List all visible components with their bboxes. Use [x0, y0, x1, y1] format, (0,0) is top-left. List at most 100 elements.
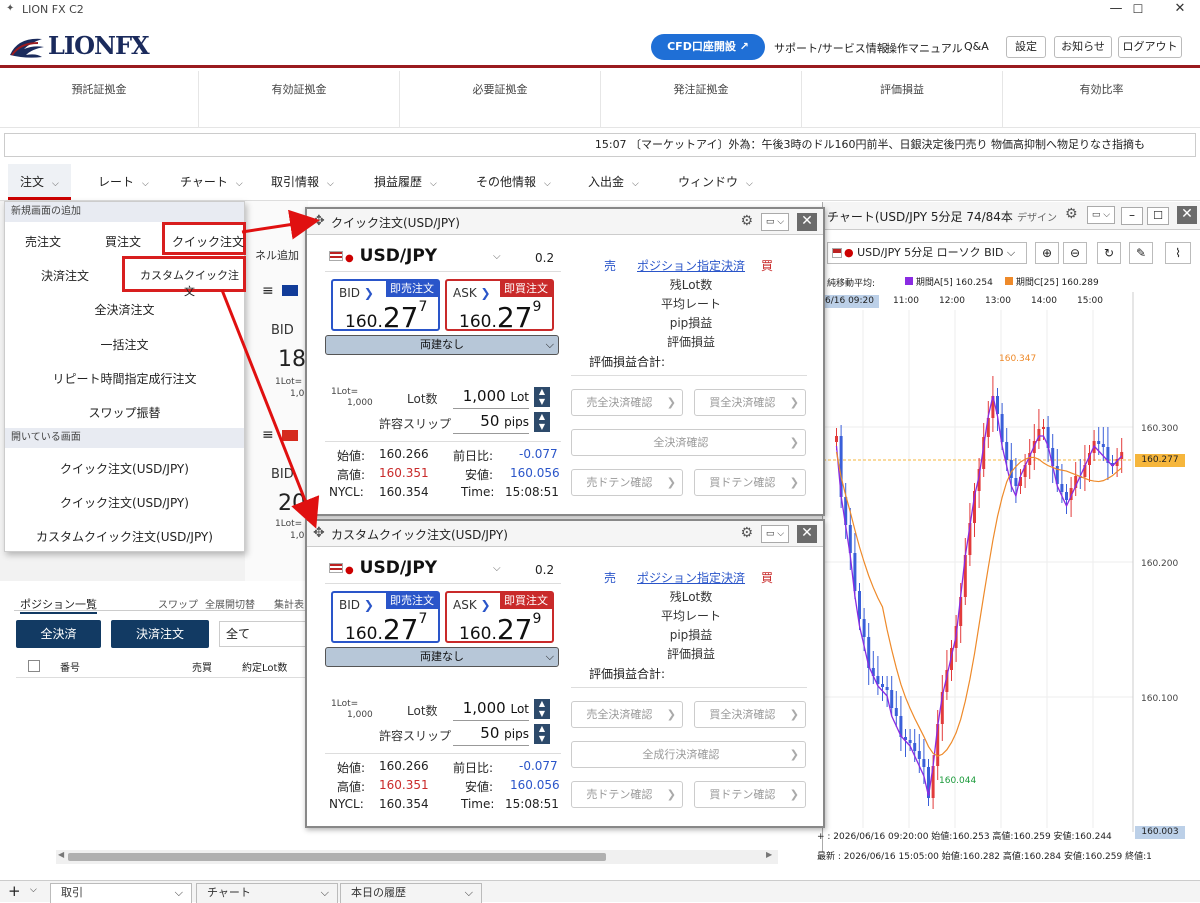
- position-settle-link[interactable]: ポジション指定決済: [637, 569, 745, 586]
- settings-button[interactable]: 設定: [1006, 36, 1046, 58]
- menu-order[interactable]: 注文 ⌵: [8, 164, 71, 200]
- ask-buy-button[interactable]: ASK ❯ 即買注文 160.279: [445, 279, 554, 334]
- lot-stepper[interactable]: ▲ ▼: [534, 699, 550, 719]
- minimize-icon[interactable]: –: [1121, 207, 1143, 225]
- chevron-down-icon[interactable]: ⌵: [493, 563, 501, 574]
- menu-chart[interactable]: チャート ⌵: [180, 164, 243, 200]
- menu-trade-info[interactable]: 取引情報 ⌵: [271, 164, 334, 200]
- menu-item-repeat-order[interactable]: リピート時間指定成行注文: [5, 370, 244, 387]
- tab-trade[interactable]: 取引 ⌵: [50, 883, 192, 903]
- slip-input[interactable]: 50 pips: [453, 412, 529, 434]
- menu-window[interactable]: ウィンドウ ⌵: [678, 164, 753, 200]
- close-icon[interactable]: ✕: [797, 525, 817, 543]
- support-link[interactable]: サポート/サービス情報: [774, 40, 888, 56]
- ask-buy-button[interactable]: ASK ❯ 即買注文 160.279: [445, 591, 554, 646]
- slip-input[interactable]: 50 pips: [453, 724, 529, 746]
- zoom-out-icon[interactable]: ⊖: [1063, 242, 1087, 264]
- panel-add-link[interactable]: ネル追加: [255, 247, 299, 263]
- window-mode-icon[interactable]: ▭ ⌵: [761, 213, 789, 231]
- scroll-left-icon[interactable]: ◀: [58, 850, 64, 859]
- maximize-icon[interactable]: ☐: [1147, 207, 1169, 225]
- menu-item-open-quick-2[interactable]: クイック注文(USD/JPY): [5, 494, 244, 511]
- settle-order-button[interactable]: 決済注文: [111, 620, 209, 648]
- buy-doten-button[interactable]: 買ドテン確認 ❯: [694, 469, 806, 496]
- close-icon[interactable]: ✕: [1160, 0, 1200, 20]
- maximize-icon[interactable]: ☐: [1118, 0, 1158, 20]
- chevron-down-icon[interactable]: ⌵: [30, 885, 37, 895]
- slip-stepper[interactable]: ▲ ▼: [534, 412, 550, 432]
- menu-pl-history[interactable]: 損益履歴 ⌵: [374, 164, 437, 200]
- news-ticker[interactable]: 15:07 〔マーケットアイ〕外為：午後3時のドル160円前半、日銀決定後円売り…: [4, 133, 1196, 157]
- menu-rate[interactable]: レート ⌵: [98, 164, 149, 200]
- gear-icon[interactable]: ⚙: [740, 213, 753, 229]
- chevron-down-icon[interactable]: ⌵: [493, 251, 501, 262]
- menu-item-bulk-order[interactable]: 一括注文: [5, 336, 244, 353]
- currency-pair-select[interactable]: ● USD/JPY: [329, 558, 437, 578]
- hamburger-icon[interactable]: ≡: [262, 283, 274, 299]
- hedge-select[interactable]: 両建なし ⌵: [325, 647, 559, 667]
- close-icon[interactable]: ✕: [797, 213, 817, 231]
- order-window-header[interactable]: ✥ カスタムクイック注文(USD/JPY) ⚙ ▭ ⌵ ✕: [307, 521, 823, 547]
- tab-today-history[interactable]: 本日の履歴 ⌵: [340, 883, 482, 903]
- menu-item-settle-order[interactable]: 決済注文: [41, 267, 89, 284]
- menu-item-sell-order[interactable]: 売注文: [25, 233, 61, 250]
- refresh-icon[interactable]: ↻: [1097, 242, 1121, 264]
- gear-icon[interactable]: ⚙: [1065, 206, 1078, 222]
- order-window-header[interactable]: ✥ クイック注文(USD/JPY) ⚙ ▭ ⌵ ✕: [307, 209, 823, 235]
- settle-all-confirm-button[interactable]: 全成行決済確認 ❯: [571, 741, 806, 768]
- notice-button[interactable]: お知らせ: [1054, 36, 1112, 58]
- pencil-icon[interactable]: ✎: [1129, 242, 1153, 264]
- menu-item-open-custom-quick[interactable]: カスタムクイック注文(USD/JPY): [5, 528, 244, 545]
- buy-settle-all-button[interactable]: 買全決済確認 ❯: [694, 389, 806, 416]
- buy-doten-button[interactable]: 買ドテン確認 ❯: [694, 781, 806, 808]
- window-mode-icon[interactable]: ▭ ⌵: [761, 525, 789, 543]
- bid-sell-button[interactable]: BID ❯ 即売注文 160.277: [331, 279, 440, 334]
- menu-item-swap-transfer[interactable]: スワップ振替: [5, 404, 244, 421]
- horizontal-scrollbar[interactable]: ◀ ▶: [56, 850, 778, 864]
- logout-button[interactable]: ログアウト: [1118, 36, 1182, 58]
- tab-position-list[interactable]: ポジション一覧: [20, 596, 97, 614]
- position-filter-select[interactable]: 全て: [219, 621, 308, 647]
- menu-item-buy-order[interactable]: 買注文: [105, 233, 141, 250]
- gear-icon[interactable]: ⚙: [740, 525, 753, 541]
- menu-item-quick-order[interactable]: クイック注文: [172, 233, 244, 250]
- close-icon[interactable]: ✕: [1177, 206, 1197, 224]
- position-settle-link[interactable]: ポジション指定決済: [637, 257, 745, 274]
- select-all-checkbox[interactable]: [28, 660, 40, 672]
- menu-item-open-quick-1[interactable]: クイック注文(USD/JPY): [5, 460, 244, 477]
- sell-doten-button[interactable]: 売ドテン確認 ❯: [571, 781, 683, 808]
- zoom-in-icon[interactable]: ⊕: [1035, 242, 1059, 264]
- move-icon[interactable]: ✥: [313, 525, 325, 541]
- add-tab-icon[interactable]: +: [8, 882, 21, 900]
- settle-all-button[interactable]: 全決済: [16, 620, 101, 648]
- bid-sell-button[interactable]: BID ❯ 即売注文 160.277: [331, 591, 440, 646]
- menu-item-custom-quick-order[interactable]: カスタムクイック注文: [135, 267, 244, 299]
- sell-settle-all-button[interactable]: 売全決済確認 ❯: [571, 701, 683, 728]
- menu-deposit[interactable]: 入出金 ⌵: [588, 164, 639, 200]
- scrollbar-thumb[interactable]: [68, 853, 606, 861]
- currency-pair-select[interactable]: ● USD/JPY: [329, 246, 437, 266]
- indicator-icon[interactable]: ⌇: [1165, 242, 1191, 264]
- tab-swap[interactable]: スワップ: [158, 596, 198, 611]
- move-icon[interactable]: ✥: [313, 213, 325, 229]
- hamburger-icon[interactable]: ≡: [262, 427, 274, 443]
- tab-summary-table[interactable]: 集計表: [274, 596, 304, 611]
- lot-input[interactable]: 1,000 Lot: [453, 699, 529, 721]
- scroll-right-icon[interactable]: ▶: [766, 850, 772, 859]
- manual-link[interactable]: 操作マニュアル: [886, 40, 963, 56]
- tab-chart[interactable]: チャート ⌵: [196, 883, 338, 903]
- settle-all-confirm-button[interactable]: 全決済確認 ❯: [571, 429, 806, 456]
- chart-symbol-select[interactable]: ● USD/JPY 5分足 ローソク BID ⌵: [827, 242, 1027, 264]
- chart-design-link[interactable]: デザイン: [1017, 209, 1057, 224]
- buy-settle-all-button[interactable]: 買全決済確認 ❯: [694, 701, 806, 728]
- tab-expand-toggle[interactable]: 全展開切替: [205, 596, 255, 611]
- lot-stepper[interactable]: ▲ ▼: [534, 387, 550, 407]
- cfd-open-account-button[interactable]: CFD口座開設 ↗: [651, 34, 765, 60]
- window-mode-icon[interactable]: ▭ ⌵: [1087, 206, 1115, 224]
- lot-input[interactable]: 1,000 Lot: [453, 387, 529, 409]
- slip-stepper[interactable]: ▲ ▼: [534, 724, 550, 744]
- qa-link[interactable]: Q&A: [964, 40, 989, 53]
- hedge-select[interactable]: 両建なし ⌵: [325, 335, 559, 355]
- menu-other[interactable]: その他情報 ⌵: [476, 164, 551, 200]
- sell-doten-button[interactable]: 売ドテン確認 ❯: [571, 469, 683, 496]
